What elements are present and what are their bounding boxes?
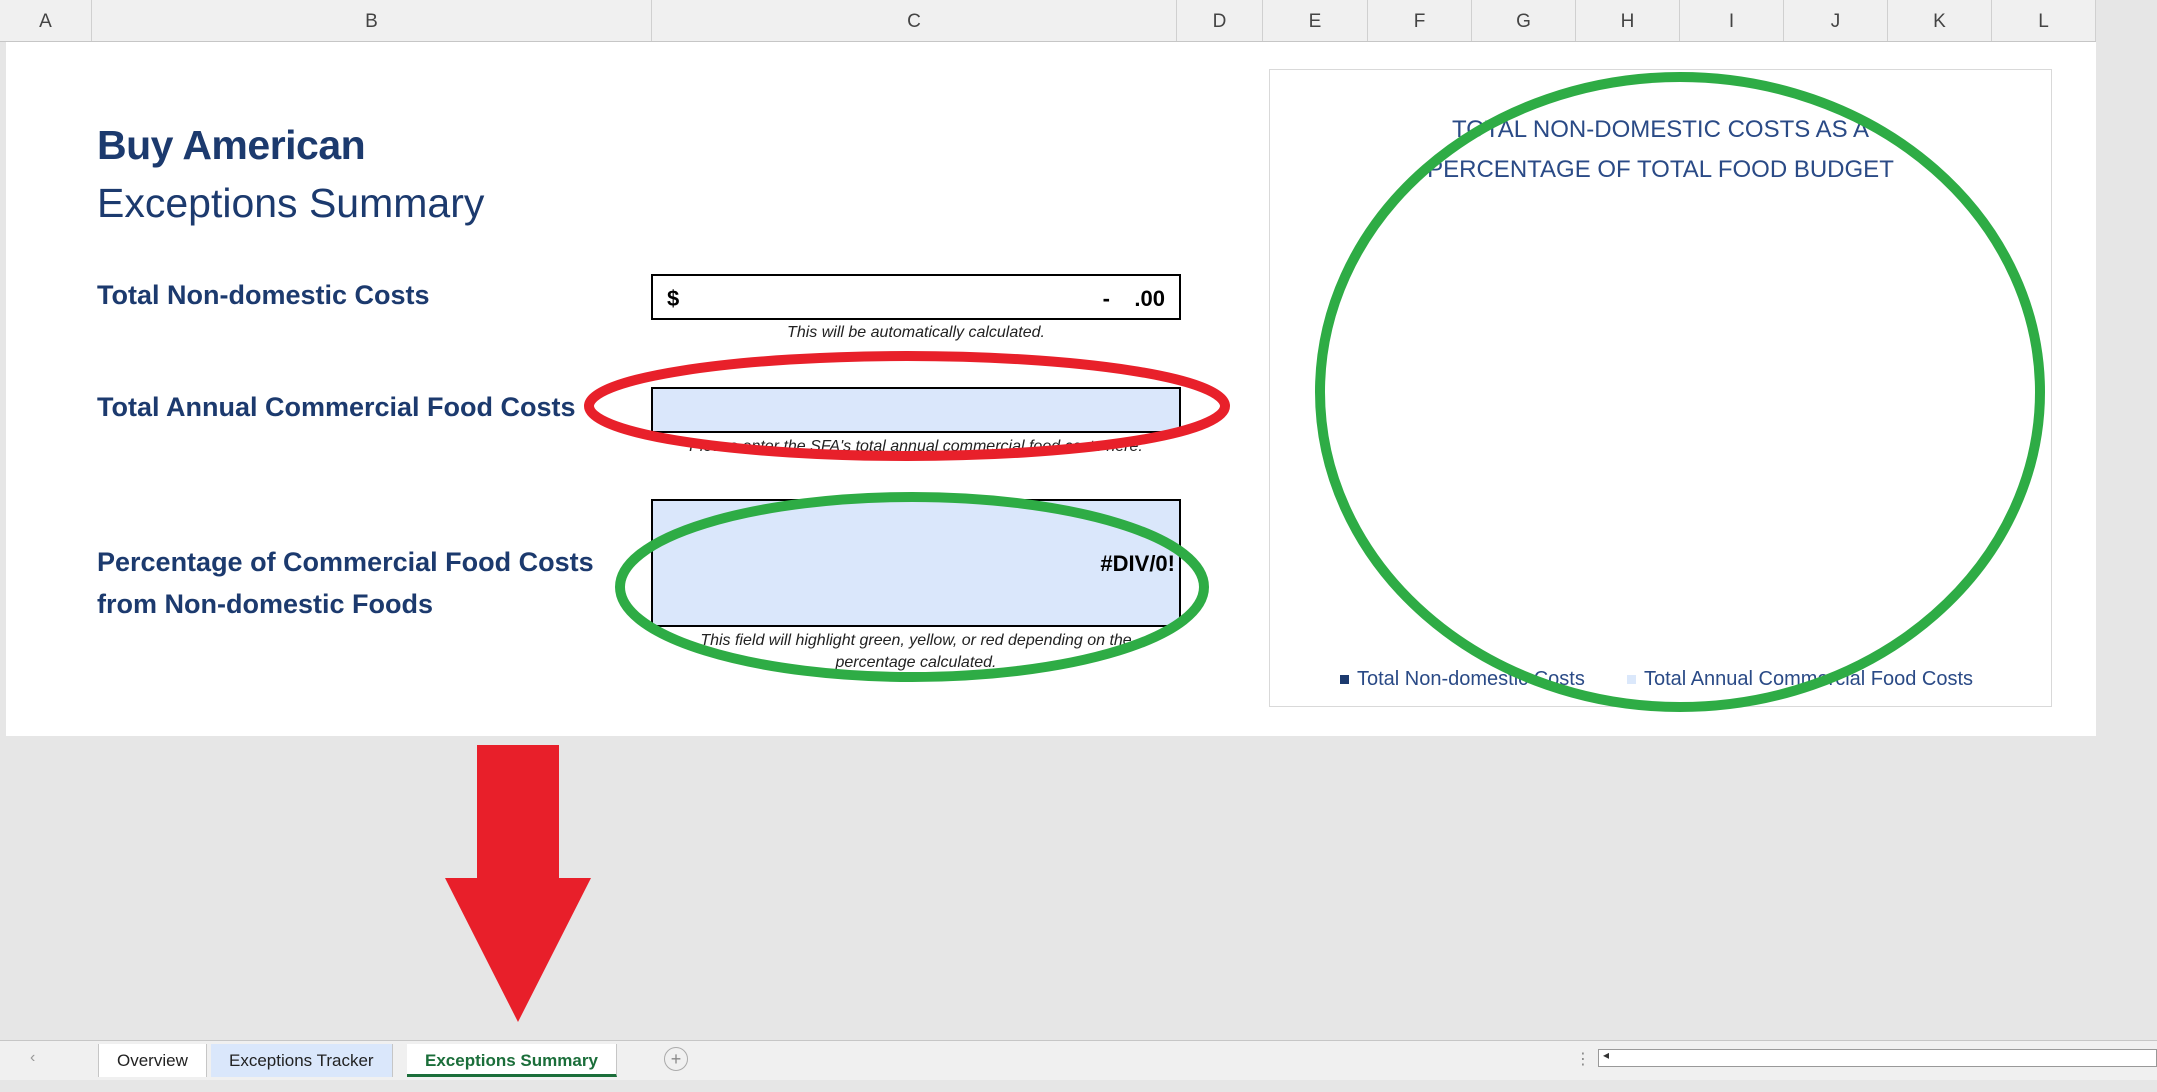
column-header-h[interactable]: H: [1576, 0, 1680, 41]
column-header-bar: A B C D E F G H I J K L: [0, 0, 2096, 42]
add-sheet-icon[interactable]: +: [664, 1047, 688, 1071]
sheet-tab-bar: ‹ Overview Exceptions Tracker Exceptions…: [0, 1040, 2157, 1081]
non-domestic-costs-cell[interactable]: $ - .00: [651, 274, 1181, 320]
tab-scroll-left-icon[interactable]: ‹: [30, 1049, 35, 1067]
percentage-hint-line1: This field will highlight green, yellow,…: [700, 632, 1132, 649]
tab-exceptions-summary[interactable]: Exceptions Summary: [407, 1044, 617, 1077]
annual-food-costs-input[interactable]: [651, 387, 1181, 433]
column-header-g[interactable]: G: [1472, 0, 1576, 41]
chart-title-line1: TOTAL NON-DOMESTIC COSTS AS A: [1452, 116, 1869, 143]
splitter-handle-icon[interactable]: ⋮: [1575, 1049, 1591, 1069]
legend-item-non-domestic: Total Non-domestic Costs: [1340, 668, 1585, 691]
column-header-j[interactable]: J: [1784, 0, 1888, 41]
chart-panel[interactable]: TOTAL NON-DOMESTIC COSTS AS A PERCENTAGE…: [1269, 69, 2052, 707]
red-arrow-down-icon: [445, 745, 591, 1022]
annual-food-costs-label: Total Annual Commercial Food Costs: [97, 392, 576, 422]
tab-exceptions-tracker[interactable]: Exceptions Tracker: [211, 1044, 393, 1077]
non-domestic-costs-hint: This will be automatically calculated.: [787, 324, 1045, 341]
non-domestic-costs-label: Total Non-domestic Costs: [97, 280, 430, 310]
page-subtitle: Exceptions Summary: [97, 180, 485, 226]
percentage-label-line2: from Non-domestic Foods: [97, 589, 433, 619]
non-domestic-costs-value: - .00: [1102, 286, 1165, 311]
column-header-c[interactable]: C: [652, 0, 1177, 41]
horizontal-scrollbar[interactable]: ◂: [1598, 1048, 2157, 1067]
currency-symbol: $: [667, 286, 680, 311]
column-header-i[interactable]: I: [1680, 0, 1784, 41]
page-title: Buy American: [97, 122, 366, 168]
tab-overview[interactable]: Overview: [98, 1044, 207, 1077]
legend-label-non-domestic: Total Non-domestic Costs: [1357, 668, 1585, 690]
annual-food-costs-hint: Please enter the SFA's total annual comm…: [689, 438, 1143, 455]
column-header-d[interactable]: D: [1177, 0, 1263, 41]
column-header-k[interactable]: K: [1888, 0, 1992, 41]
percentage-cell[interactable]: #DIV/0!: [651, 499, 1181, 627]
column-header-e[interactable]: E: [1263, 0, 1368, 41]
legend-item-annual-food: Total Annual Commercial Food Costs: [1627, 668, 1973, 691]
column-header-f[interactable]: F: [1368, 0, 1472, 41]
column-header-l[interactable]: L: [1992, 0, 2096, 41]
chart-title-line2: PERCENTAGE OF TOTAL FOOD BUDGET: [1427, 156, 1894, 183]
scroll-left-arrow-icon[interactable]: ◂: [1603, 1048, 1609, 1062]
legend-swatch-dark: [1340, 675, 1349, 685]
column-header-a[interactable]: A: [0, 0, 92, 41]
worksheet-area: Buy American Exceptions Summary Total No…: [6, 42, 2096, 736]
percentage-label-line1: Percentage of Commercial Food Costs: [97, 547, 594, 577]
legend-swatch-light: [1627, 675, 1636, 685]
column-header-b[interactable]: B: [92, 0, 652, 41]
percentage-value: #DIV/0!: [1100, 551, 1175, 576]
status-bar: [0, 1080, 2157, 1092]
legend-label-annual-food: Total Annual Commercial Food Costs: [1644, 668, 1974, 690]
percentage-hint-line2: percentage calculated.: [835, 654, 997, 671]
